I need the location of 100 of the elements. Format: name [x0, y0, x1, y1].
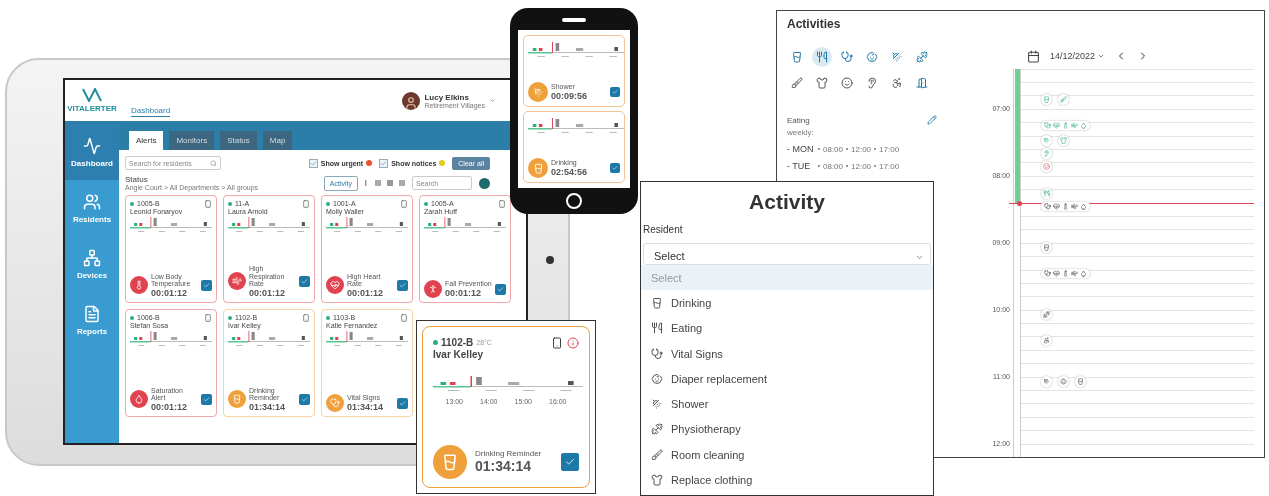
acknowledge-button[interactable] [201, 393, 212, 405]
acknowledge-button[interactable] [495, 283, 506, 295]
activity-type-button[interactable] [812, 47, 832, 67]
date-picker[interactable]: 14/12/2022 [1050, 51, 1106, 62]
field-label: Resident [643, 224, 684, 235]
thermometer-icon [1062, 122, 1069, 130]
avatar [402, 91, 421, 110]
vitals-marker[interactable] [1041, 121, 1090, 131]
schedule-time: 17:00 [879, 144, 900, 154]
event-marker[interactable] [1058, 134, 1069, 146]
stethoscope-icon [1044, 202, 1051, 210]
edit-icon[interactable] [927, 115, 937, 125]
event-marker[interactable] [1041, 94, 1052, 106]
user-name: Lucy Elkins [424, 92, 470, 102]
wind-icon [232, 276, 242, 287]
tab[interactable]: Map [262, 131, 293, 150]
people-icon [83, 192, 101, 211]
cup-icon [1043, 243, 1050, 251]
acknowledge-button[interactable] [299, 393, 310, 405]
toolbar-icons-drawing [365, 179, 405, 187]
acknowledge-button[interactable] [299, 275, 310, 287]
cutlery-icon [1043, 190, 1050, 198]
info-icon[interactable] [567, 337, 579, 349]
wind-icon [1071, 202, 1078, 210]
drop-icon [1080, 269, 1087, 277]
cup-icon [1077, 377, 1084, 385]
wind-icon [1071, 269, 1078, 277]
calendar-icon[interactable] [1027, 49, 1040, 63]
event-marker[interactable] [1041, 308, 1052, 320]
resident-select[interactable]: Select [643, 243, 931, 265]
caret-icon [915, 253, 924, 262]
dumbbell-icon [1043, 310, 1050, 318]
camera-dot [546, 256, 554, 264]
resident-name: Ivar Kelley [433, 349, 485, 360]
ear-icon [1043, 150, 1050, 157]
vitals-marker[interactable] [1041, 201, 1090, 211]
event-marker[interactable] [1058, 375, 1069, 387]
nav-tab[interactable]: Dashboard [131, 106, 171, 117]
current-time-dot [1017, 200, 1022, 206]
heart-icon [1053, 269, 1060, 277]
shirt-icon [651, 474, 663, 486]
alert-name: Drinking Reminder [475, 449, 543, 459]
event-marker[interactable] [1041, 335, 1052, 347]
stethoscope-icon [841, 51, 853, 63]
alert-timer: 00:09:56 [551, 90, 589, 101]
schedule-time: 08:00 [823, 144, 844, 154]
vitals-marker[interactable] [1041, 268, 1090, 278]
alert-timer: 00:01:12 [151, 288, 189, 298]
event-marker[interactable] [1041, 148, 1052, 159]
alert-timer: 02:54:56 [551, 166, 589, 177]
day-label: - TUE [787, 161, 812, 171]
event-marker[interactable] [1075, 375, 1086, 387]
event-marker[interactable] [1041, 134, 1052, 146]
event-marker[interactable] [1041, 241, 1052, 253]
cutlery-icon [651, 322, 663, 335]
user-badge [479, 177, 490, 189]
tab[interactable]: Status [220, 131, 257, 150]
event-marker[interactable] [1041, 188, 1052, 200]
event-marker[interactable] [1041, 375, 1052, 387]
caret-icon[interactable] [489, 97, 496, 104]
room-number: 1102-B [441, 337, 474, 348]
alert-timer: 00:01:12 [151, 402, 189, 412]
event-marker[interactable] [1058, 94, 1069, 106]
shirt-icon [816, 77, 828, 89]
dumbbell-icon [916, 51, 928, 63]
door-icon [916, 77, 928, 89]
tab[interactable]: Monitors [169, 131, 215, 150]
thermometer-icon [1062, 202, 1069, 210]
acknowledge-button[interactable] [397, 279, 408, 291]
baby-icon [1060, 377, 1067, 385]
acknowledge-button[interactable] [561, 453, 579, 471]
activity-name: Eating [787, 115, 810, 125]
checkbox[interactable] [308, 158, 318, 168]
checkbox[interactable] [379, 158, 389, 168]
acknowledge-button[interactable] [201, 279, 212, 291]
logo-text: VITALERTER [67, 104, 117, 113]
brush-icon [791, 77, 803, 89]
acknowledge-button[interactable] [610, 87, 620, 97]
acknowledge-button[interactable] [610, 163, 620, 173]
shirt-icon [1060, 136, 1067, 144]
network-icon [83, 248, 101, 267]
schedule-time: 17:00 [879, 161, 900, 171]
acknowledge-button[interactable] [397, 397, 408, 409]
dumbbell-icon [651, 423, 663, 436]
check-icon [565, 457, 575, 467]
sidebar-item[interactable]: Dashboard [65, 124, 119, 180]
heart-icon [330, 280, 340, 291]
alert-timer: 00:01:12 [347, 288, 385, 298]
dialog-title: Activity [748, 190, 826, 214]
event-marker[interactable] [1041, 161, 1052, 173]
phone-icon [400, 200, 408, 208]
smile-icon [841, 77, 853, 89]
cup-icon [441, 453, 459, 471]
shower-icon [1043, 136, 1050, 144]
check-icon [301, 277, 308, 285]
alert-timer: 01:34:14 [249, 402, 287, 412]
tab[interactable]: Alerts [129, 131, 164, 150]
phone-icon [302, 200, 310, 208]
person-icon [1043, 337, 1050, 345]
shower-icon [1043, 377, 1050, 385]
